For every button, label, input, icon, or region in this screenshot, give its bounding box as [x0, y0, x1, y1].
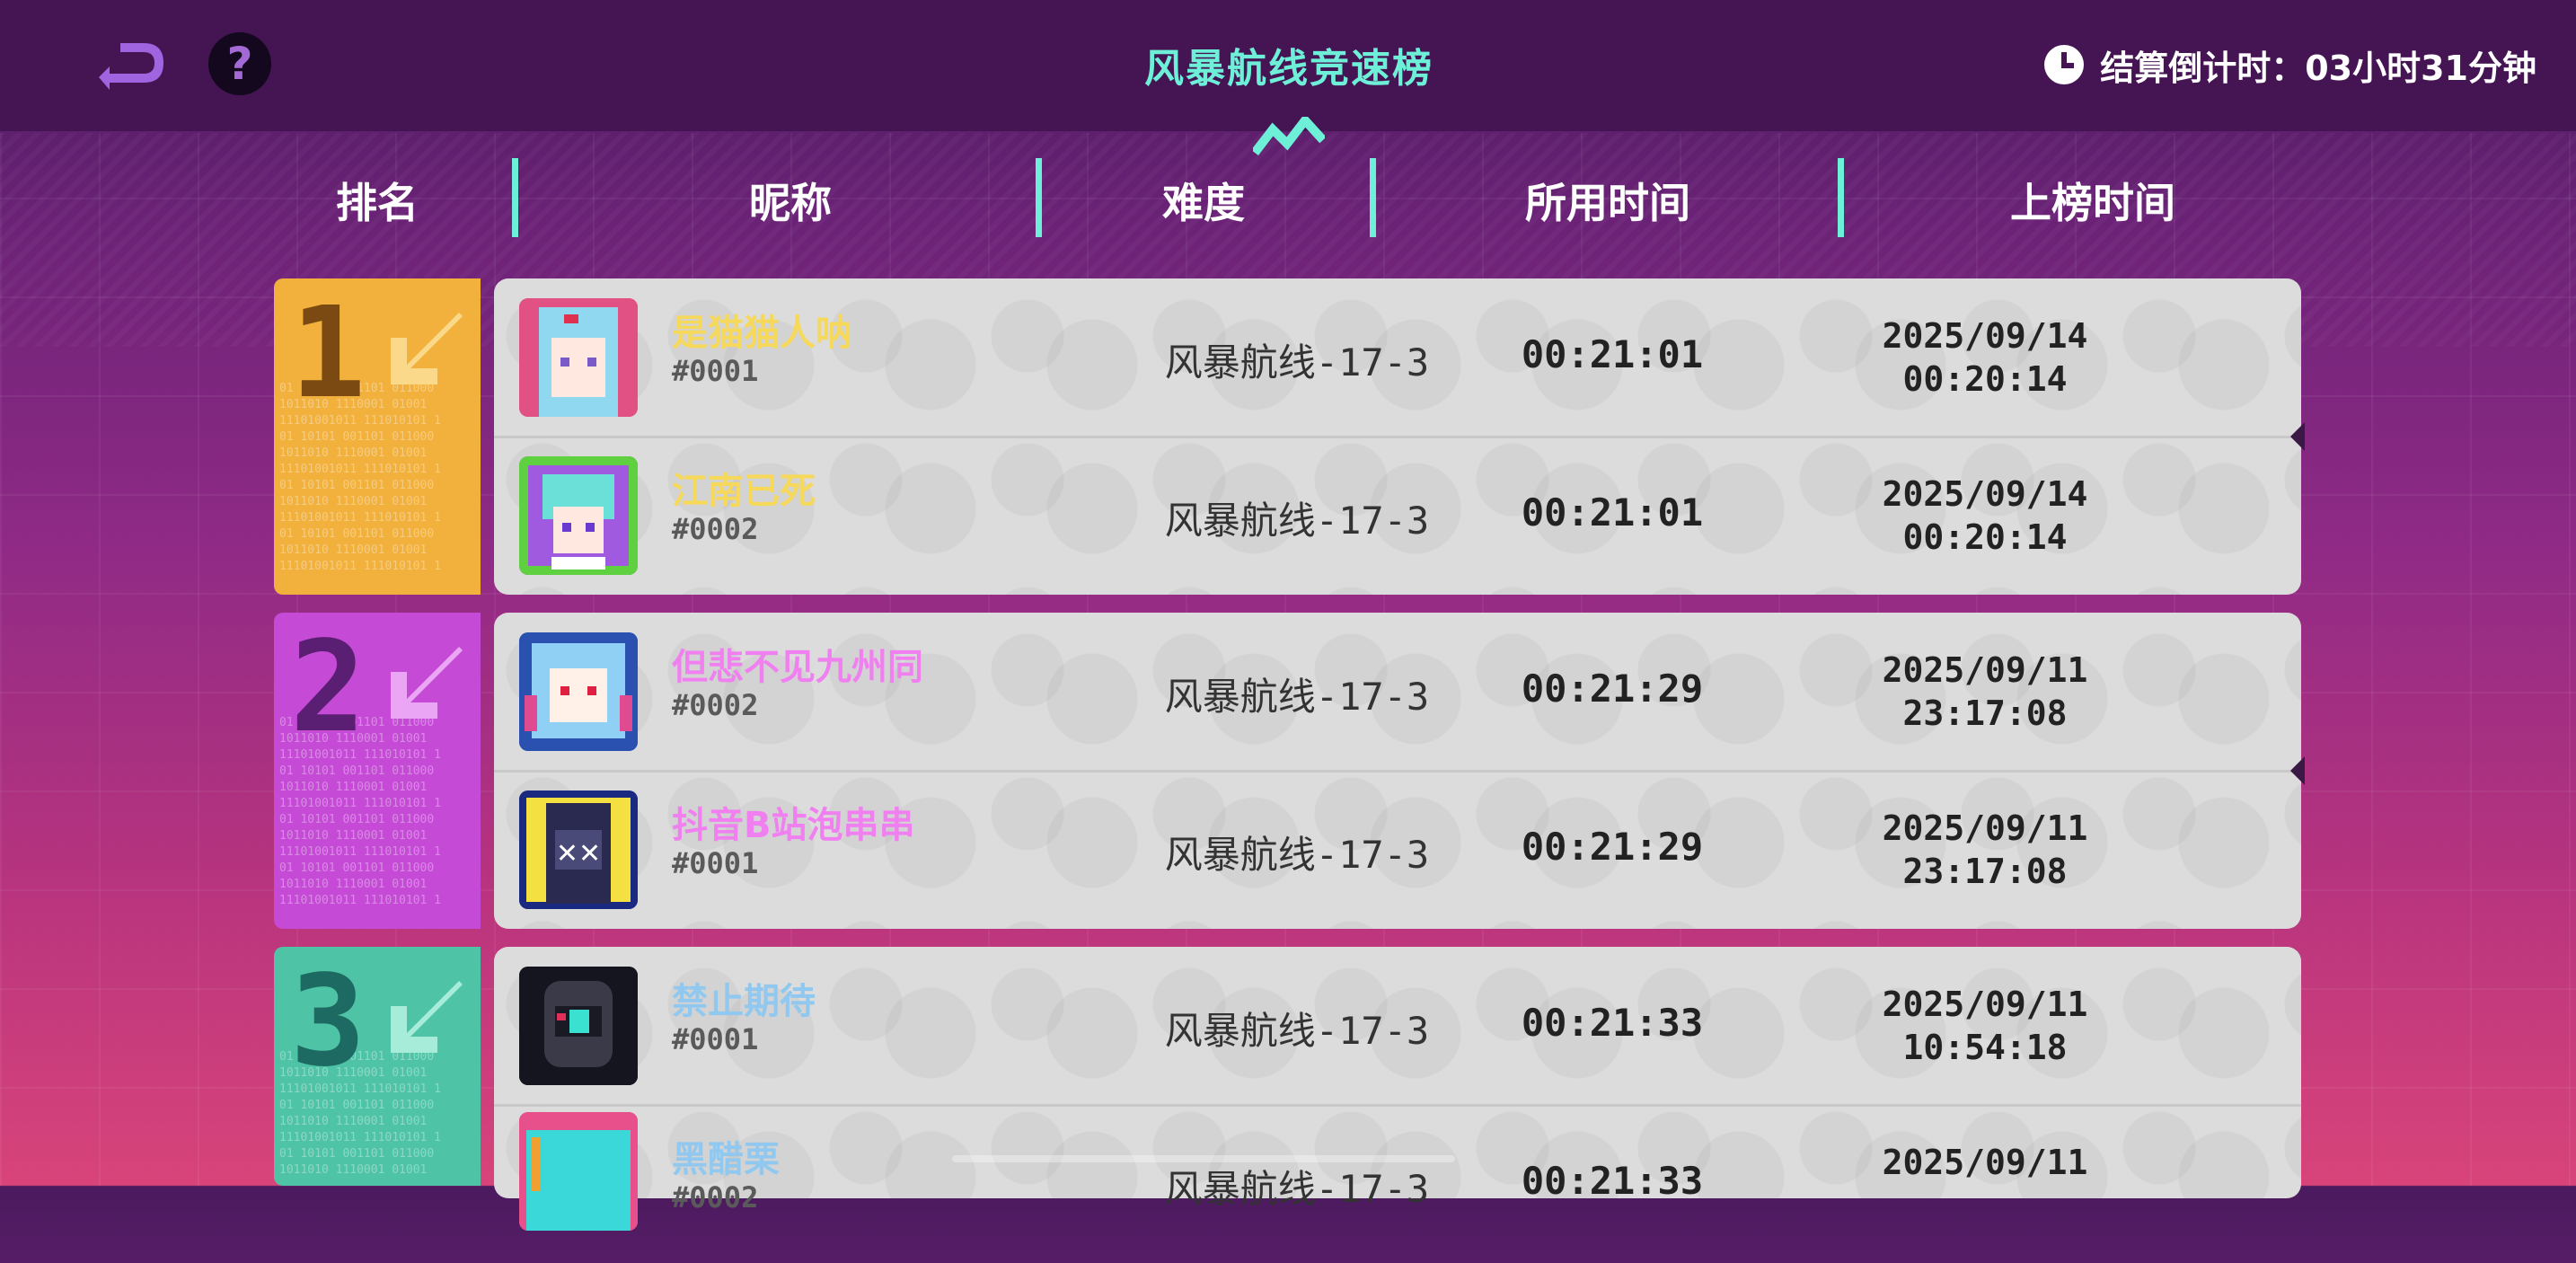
countdown-text: 结算倒计时：03小时31分钟: [2100, 48, 2536, 88]
rank-badge-2: 01 10101 001101 011000 1011010 1110001 0…: [274, 613, 481, 929]
time-used: 00:21:01: [1521, 332, 1704, 376]
rank-date-clock: 23:17:08: [1902, 693, 2068, 733]
time-used: 00:21:01: [1521, 490, 1704, 534]
settlement-countdown: 结算倒计时：03小时31分钟: [2044, 40, 2536, 90]
arrow-down-left-icon: [391, 981, 463, 1053]
avatar: [519, 967, 638, 1085]
rank-number: 1: [290, 280, 366, 427]
column-separator: [1838, 158, 1844, 237]
leaderboard-row[interactable]: 但悲不见九州同 #0002 风暴航线-17-3 00:21:29 2025/09…: [494, 613, 2301, 771]
rank-date-day: 2025/09/11: [1882, 1143, 2088, 1182]
help-button[interactable]: ?: [208, 32, 271, 95]
avatar-image: [519, 298, 638, 417]
rank-date: 2025/09/11: [1814, 1141, 2156, 1184]
leaderboard-row[interactable]: 黑醋栗 #0002 风暴航线-17-3 00:21:33 2025/09/11: [494, 1105, 2301, 1263]
column-header-rank-time: 上榜时间: [2010, 179, 2175, 227]
zigzag-icon: [1253, 117, 1325, 156]
back-button[interactable]: [90, 34, 171, 97]
avatar-image: [519, 456, 638, 575]
time-used: 00:21:33: [1521, 1001, 1704, 1045]
player-id: #0001: [672, 1022, 759, 1056]
player-id: #0001: [672, 846, 759, 880]
rank-date-day: 2025/09/14: [1882, 316, 2088, 356]
rank-date-day: 2025/09/11: [1882, 985, 2088, 1024]
rank-badge-1: 01 10101 001101 011000 1011010 1110001 0…: [274, 278, 481, 595]
player-nickname: 江南已死: [672, 471, 816, 512]
top-bar: ? 风暴航线竞速榜 结算倒计时：03小时31分钟: [0, 0, 2576, 133]
rank-date: 2025/09/11 10:54:18: [1814, 983, 2156, 1069]
rank-date: 2025/09/11 23:17:08: [1814, 807, 2156, 893]
avatar: [519, 298, 638, 417]
avatar-image: [519, 967, 638, 1085]
column-header-time-used: 所用时间: [1525, 179, 1690, 227]
player-nickname: 但悲不见九州同: [672, 647, 923, 688]
player-nickname: 禁止期待: [672, 981, 816, 1022]
avatar-image: [519, 1112, 638, 1231]
leaderboard-row[interactable]: ✕✕ 抖音B站泡串串 #0001 风暴航线-17-3 00:21:29 2025…: [494, 771, 2301, 929]
leaderboard-row[interactable]: 是猫猫人呐 #0001 风暴航线-17-3 00:21:01 2025/09/1…: [494, 278, 2301, 437]
rank-date-clock: 10:54:18: [1902, 1028, 2068, 1067]
back-arrow-icon: [99, 43, 163, 90]
column-header-rank: 排名: [336, 179, 419, 227]
avatar: ✕✕: [519, 790, 638, 909]
difficulty: 风暴航线-17-3: [1164, 499, 1430, 543]
player-id: #0002: [672, 512, 759, 546]
time-used: 00:21:29: [1521, 825, 1704, 869]
rank-date-day: 2025/09/14: [1882, 474, 2088, 514]
rank-date: 2025/09/11 23:17:08: [1814, 649, 2156, 735]
column-header-difficulty: 难度: [1162, 179, 1245, 227]
rank-number: 2: [290, 614, 366, 761]
difficulty: 风暴航线-17-3: [1164, 675, 1430, 719]
player-id: #0001: [672, 354, 759, 388]
rank-date-day: 2025/09/11: [1882, 650, 2088, 690]
avatar: [519, 456, 638, 575]
time-used: 00:21:33: [1521, 1159, 1704, 1203]
rank-badge-3: 01 10101 001101 011000 1011010 1110001 0…: [274, 947, 481, 1186]
column-separator: [1036, 158, 1042, 237]
scrollbar[interactable]: [952, 1155, 1455, 1162]
player-id: #0002: [672, 688, 759, 722]
rank-date-clock: 00:20:14: [1902, 359, 2068, 399]
difficulty: 风暴航线-17-3: [1164, 340, 1430, 384]
rank-date-clock: 23:17:08: [1902, 852, 2068, 891]
column-separator: [1370, 158, 1376, 237]
question-icon: ?: [226, 38, 253, 90]
player-nickname: 抖音B站泡串串: [672, 805, 915, 846]
rank-date-day: 2025/09/11: [1882, 808, 2088, 848]
avatar-image: ✕✕: [519, 790, 638, 909]
svg-text:✕✕: ✕✕: [556, 838, 601, 870]
rank-date: 2025/09/14 00:20:14: [1814, 473, 2156, 559]
difficulty: 风暴航线-17-3: [1164, 1167, 1430, 1211]
column-header-nickname: 昵称: [749, 179, 832, 227]
time-used: 00:21:29: [1521, 667, 1704, 711]
avatar: [519, 1112, 638, 1231]
player-nickname: 是猫猫人呐: [672, 313, 851, 354]
rank-date: 2025/09/14 00:20:14: [1814, 314, 2156, 401]
difficulty: 风暴航线-17-3: [1164, 833, 1430, 877]
page-title: 风暴航线竞速榜: [1144, 46, 1434, 92]
avatar-image: [519, 632, 638, 751]
leaderboard-row[interactable]: 江南已死 #0002 风暴航线-17-3 00:21:01 2025/09/14…: [494, 437, 2301, 595]
rank-number: 3: [290, 949, 366, 1095]
rank-1-panel: 是猫猫人呐 #0001 风暴航线-17-3 00:21:01 2025/09/1…: [494, 278, 2305, 595]
rank-2-panel: 但悲不见九州同 #0002 风暴航线-17-3 00:21:29 2025/09…: [494, 613, 2305, 929]
column-separator: [512, 158, 518, 237]
arrow-down-left-icon: [391, 313, 463, 384]
leaderboard-row[interactable]: 禁止期待 #0001 风暴航线-17-3 00:21:33 2025/09/11…: [494, 947, 2301, 1105]
clock-icon: [2044, 45, 2085, 84]
rank-date-clock: 00:20:14: [1902, 517, 2068, 557]
avatar: [519, 632, 638, 751]
player-nickname: 黑醋栗: [672, 1139, 780, 1180]
arrow-down-left-icon: [391, 647, 463, 719]
difficulty: 风暴航线-17-3: [1164, 1009, 1430, 1053]
